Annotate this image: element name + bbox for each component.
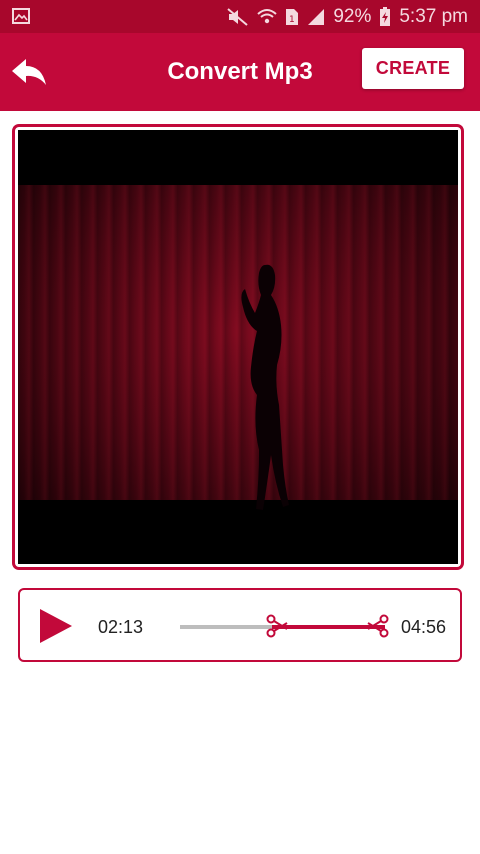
- current-time-label: 02:13: [98, 617, 144, 637]
- status-bar: 1 92% 5:37 pm: [0, 0, 480, 33]
- play-icon[interactable]: [38, 607, 74, 645]
- video-preview[interactable]: [18, 130, 458, 564]
- wifi-icon: [257, 8, 277, 23]
- status-right-group: 1 92% 5:37 pm: [227, 0, 468, 33]
- create-button[interactable]: CREATE: [362, 48, 464, 89]
- status-time: 5:37 pm: [399, 5, 468, 27]
- battery-charging-icon: [380, 6, 391, 26]
- trim-start-scissors-icon[interactable]: [266, 614, 288, 638]
- mute-icon: [227, 7, 248, 26]
- app-bar: Convert Mp3 CREATE: [0, 33, 480, 111]
- dancer-silhouette: [241, 264, 289, 510]
- svg-text:1: 1: [289, 15, 295, 25]
- signal-icon: [308, 8, 325, 25]
- total-time-label: 04:56: [400, 617, 446, 637]
- gallery-notification-icon: [12, 8, 30, 24]
- trim-end-scissors-icon[interactable]: [367, 614, 389, 638]
- video-preview-frame: [12, 124, 464, 570]
- audio-trim-player: 02:13 04:56: [18, 588, 462, 662]
- sim-1-icon: 1: [286, 8, 299, 25]
- battery-percent: 92%: [333, 5, 372, 27]
